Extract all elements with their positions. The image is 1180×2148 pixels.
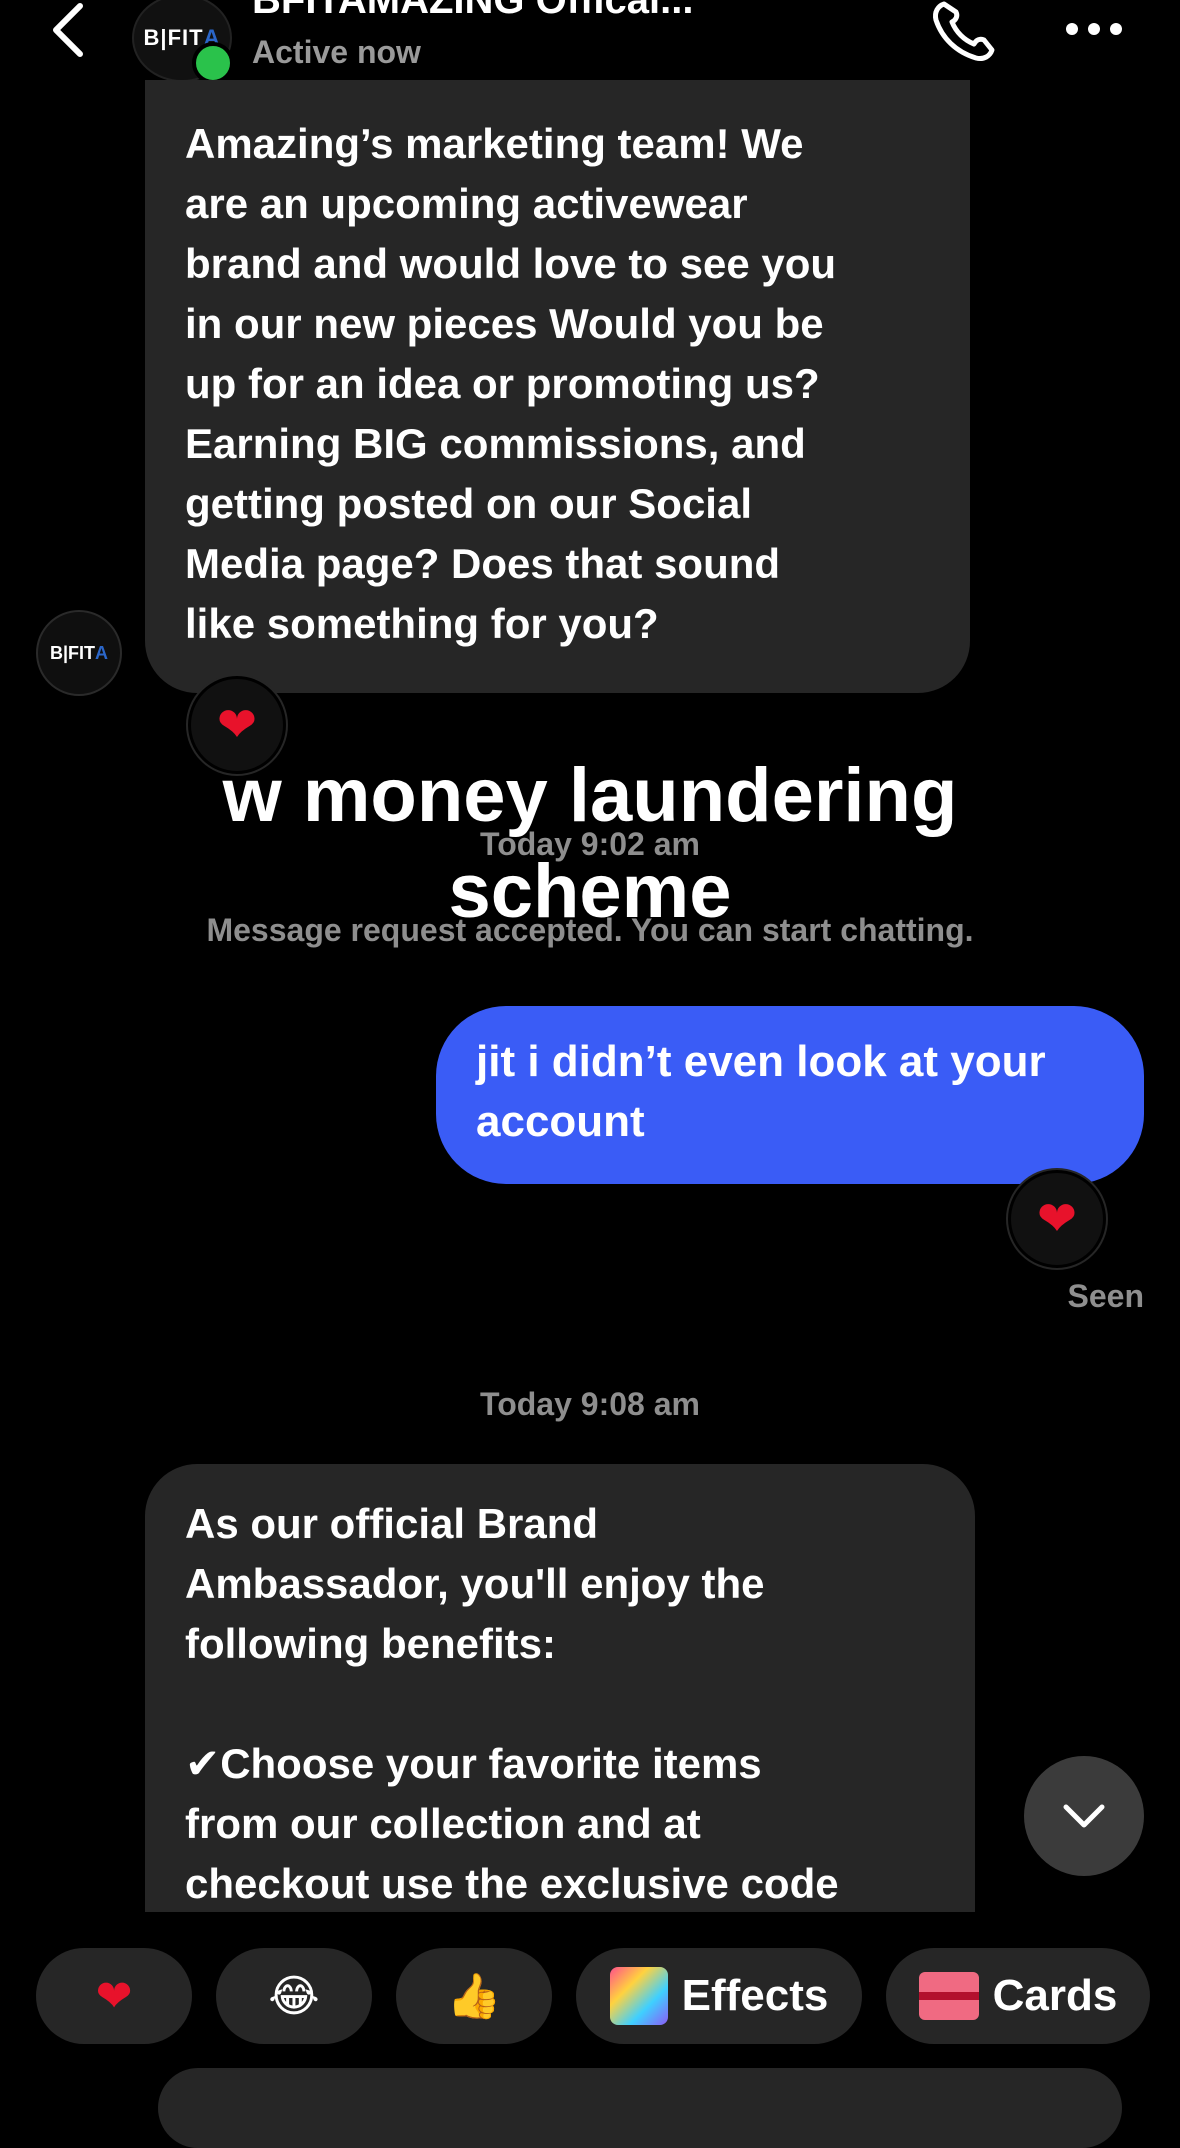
chevron-down-icon (1063, 1804, 1105, 1828)
timestamp: Today 9:08 am (480, 1386, 700, 1422)
cards-button[interactable]: Cards (886, 1948, 1150, 2044)
heart-icon: ❤ (216, 699, 258, 752)
more-options-icon[interactable] (1062, 14, 1126, 44)
laugh-emoji-icon: 😂 (268, 1971, 320, 2021)
thumbs-up-icon: 👍 (446, 1972, 502, 2021)
cards-icon (918, 1972, 979, 2020)
chat-title[interactable]: BFITAMAZING Offical... (252, 0, 693, 23)
seen-status: Seen (1067, 1278, 1144, 1314)
incoming-message[interactable]: Amazing’s marketing team! We are an upco… (145, 80, 970, 693)
effects-label: Effects (681, 1971, 829, 2020)
active-status: Active now (252, 34, 421, 70)
message-text: jit i didn’t even look at your account (476, 1037, 1046, 1146)
avatar-accent: A (95, 642, 109, 663)
sender-avatar[interactable]: B|FIT A (36, 610, 122, 696)
quick-thumbs-up-button[interactable]: 👍 (396, 1948, 552, 2044)
effects-icon (609, 1967, 668, 2025)
message-composer[interactable] (158, 2068, 1122, 2148)
heart-icon: ❤ (95, 1971, 133, 2021)
scroll-to-bottom-button[interactable] (1024, 1756, 1144, 1876)
outgoing-message[interactable]: jit i didn’t even look at your account (436, 1006, 1144, 1184)
incoming-message[interactable]: As our official Brand Ambassador, you'll… (145, 1464, 975, 1912)
quick-heart-button[interactable]: ❤ (36, 1948, 192, 2044)
avatar-text: B|FIT (49, 642, 96, 663)
message-text: Amazing’s marketing team! We are an upco… (185, 120, 837, 647)
avatar-text: B|FIT (143, 25, 204, 50)
cards-label: Cards (992, 1971, 1118, 2020)
presence-indicator (192, 42, 234, 84)
message-text: As our official Brand Ambassador, you'll… (185, 1500, 839, 1907)
overlay-caption: w money laundering scheme (222, 753, 958, 934)
heart-icon: ❤ (1036, 1193, 1078, 1246)
heart-reaction[interactable]: ❤ (1008, 1170, 1106, 1268)
quick-laugh-button[interactable]: 😂 (216, 1948, 372, 2044)
phone-icon[interactable] (930, 0, 1000, 64)
quick-reaction-bar: ❤ 😂 👍 Effects Cards (0, 1948, 1180, 2044)
effects-button[interactable]: Effects (576, 1948, 862, 2044)
back-arrow-icon[interactable] (40, 0, 100, 60)
